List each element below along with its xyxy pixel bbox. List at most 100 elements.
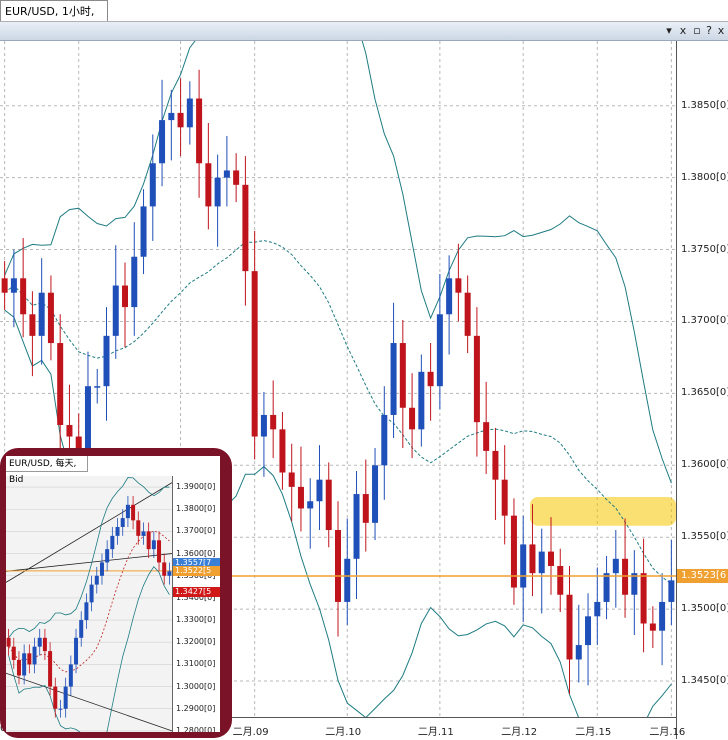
inset-axis-tick-label: 1.3000[0] (176, 681, 216, 691)
candle-body (103, 335, 110, 387)
candle-body (205, 163, 212, 207)
candle-body (353, 494, 360, 559)
candle-body (177, 112, 184, 128)
candle-body (362, 494, 369, 523)
inset-chart-svg (6, 477, 173, 732)
inset-candle-body (84, 602, 89, 621)
candle-body (575, 645, 582, 660)
chevron-down-icon[interactable]: ▾ (662, 23, 676, 39)
candle-body (372, 465, 379, 523)
candle-body (242, 184, 249, 272)
candle-body (612, 558, 619, 574)
price-axis[interactable]: 1.3850[0] 1.3800[0] 1.3750[0] 1.3700[0] 1.36… (676, 41, 728, 739)
candle-body (464, 292, 471, 336)
inset-candle-body (131, 504, 136, 521)
candle-body (316, 479, 323, 502)
price-axis-tick-label: 1.3500[0] (681, 603, 728, 615)
inset-trend-line (6, 672, 173, 732)
candle-body (399, 343, 406, 408)
highlight-zone (530, 496, 676, 526)
inset-candle-body (27, 653, 32, 665)
inset-candle-body (42, 637, 47, 652)
candle-body (427, 371, 434, 387)
time-axis-tick-label: 二月.11 (417, 727, 454, 738)
inset-candle-body (167, 571, 172, 576)
candle-body (47, 292, 54, 344)
candle-body (501, 479, 508, 516)
candle-body (585, 616, 592, 646)
inset-candle-body (53, 686, 58, 709)
candle-body (557, 565, 564, 595)
inset-candle-body (63, 686, 68, 709)
candle-body (325, 479, 332, 531)
candle-body (214, 177, 221, 207)
inset-axis-tick-label: 1.3600[0] (176, 548, 216, 558)
candle-body (538, 551, 545, 574)
candle-body (335, 530, 341, 602)
inset-candle-body (136, 520, 141, 536)
candle-body (381, 414, 388, 466)
candle-body (279, 429, 286, 473)
candle-body (483, 422, 490, 451)
candle-body (436, 314, 443, 387)
inset-price-tag: 1.3522[5 (173, 565, 220, 576)
close-window-icon[interactable]: x (714, 23, 728, 39)
candle-body (149, 163, 156, 207)
candle-body (94, 386, 101, 388)
chart-tab[interactable]: EUR/USD, 1小时, Bid (0, 0, 108, 39)
candle-body (260, 414, 267, 437)
inset-axis-tick-label: 1.3700[0] (176, 526, 216, 536)
time-axis-tick-label: 二月.10 (325, 727, 362, 738)
inset-candle-body (157, 540, 162, 563)
daily-inset-chart: EUR/USD, 每天, Bid 1.3900[0] 1.3800[0] 1.370… (6, 456, 220, 732)
candle-body (547, 551, 554, 566)
time-axis-tick-label: 二月.16 (649, 727, 686, 738)
candle-body (270, 414, 277, 430)
candle-body (649, 623, 656, 631)
candle-body (446, 278, 453, 315)
inset-candle-body (32, 646, 37, 665)
price-axis-tick-label: 1.3800[0] (681, 171, 728, 183)
candle-body (29, 314, 36, 336)
candle-body (223, 170, 230, 178)
inset-candle-body (74, 637, 79, 665)
inset-price-tag: 1.3427[5 (173, 586, 220, 597)
price-axis-tick-label: 1.3850[0] (681, 99, 728, 111)
candle-body (418, 371, 425, 430)
inset-price-axis: 1.3900[0] 1.3800[0] 1.3700[0] 1.3600[0] 1.35… (172, 476, 220, 732)
inset-trend-line (6, 553, 173, 572)
candle-body (196, 98, 203, 164)
inset-bollinger-upper (8, 477, 170, 639)
inset-candle-body (48, 651, 53, 687)
inset-axis-tick-label: 1.3800[0] (176, 504, 216, 514)
close-icon[interactable]: x (676, 23, 690, 39)
inset-candle-body (115, 526, 120, 536)
inset-tab: EUR/USD, 每天, Bid (6, 456, 88, 485)
price-axis-tick-label: 1.3600[0] (681, 459, 728, 471)
candle-body (594, 601, 601, 617)
candle-body (529, 544, 536, 574)
inset-axis-tick-label: 1.2800[0] (176, 725, 216, 732)
inset-axis-tick-label: 1.2900[0] (176, 703, 216, 713)
inset-candle-body (37, 637, 42, 647)
price-axis-tick-label: 1.3450[0] (681, 675, 728, 687)
candle-body (186, 98, 193, 128)
inset-candle-body (58, 708, 63, 710)
candle-body (38, 292, 45, 336)
price-axis-tick-label: 1.3650[0] (681, 387, 728, 399)
inset-candle-body (16, 659, 21, 676)
current-price-tag: 1.3523[6 (677, 569, 728, 584)
time-axis-tick-label: 二月.15 (575, 727, 612, 738)
candle-body (10, 278, 17, 293)
candle-body (84, 386, 91, 449)
candle-body (122, 285, 129, 308)
candle-body (640, 573, 647, 624)
candle-body (20, 278, 27, 315)
inset-candle-body (22, 653, 27, 676)
candle-body (75, 436, 82, 449)
inset-axis-tick-label: 1.3200[0] (176, 637, 216, 647)
daily-inset-frame: EUR/USD, 每天, Bid 1.3900[0] 1.3800[0] 1.370… (0, 448, 232, 738)
candle-body (66, 425, 73, 437)
candle-body (492, 450, 499, 480)
inset-candle-body (79, 620, 84, 638)
